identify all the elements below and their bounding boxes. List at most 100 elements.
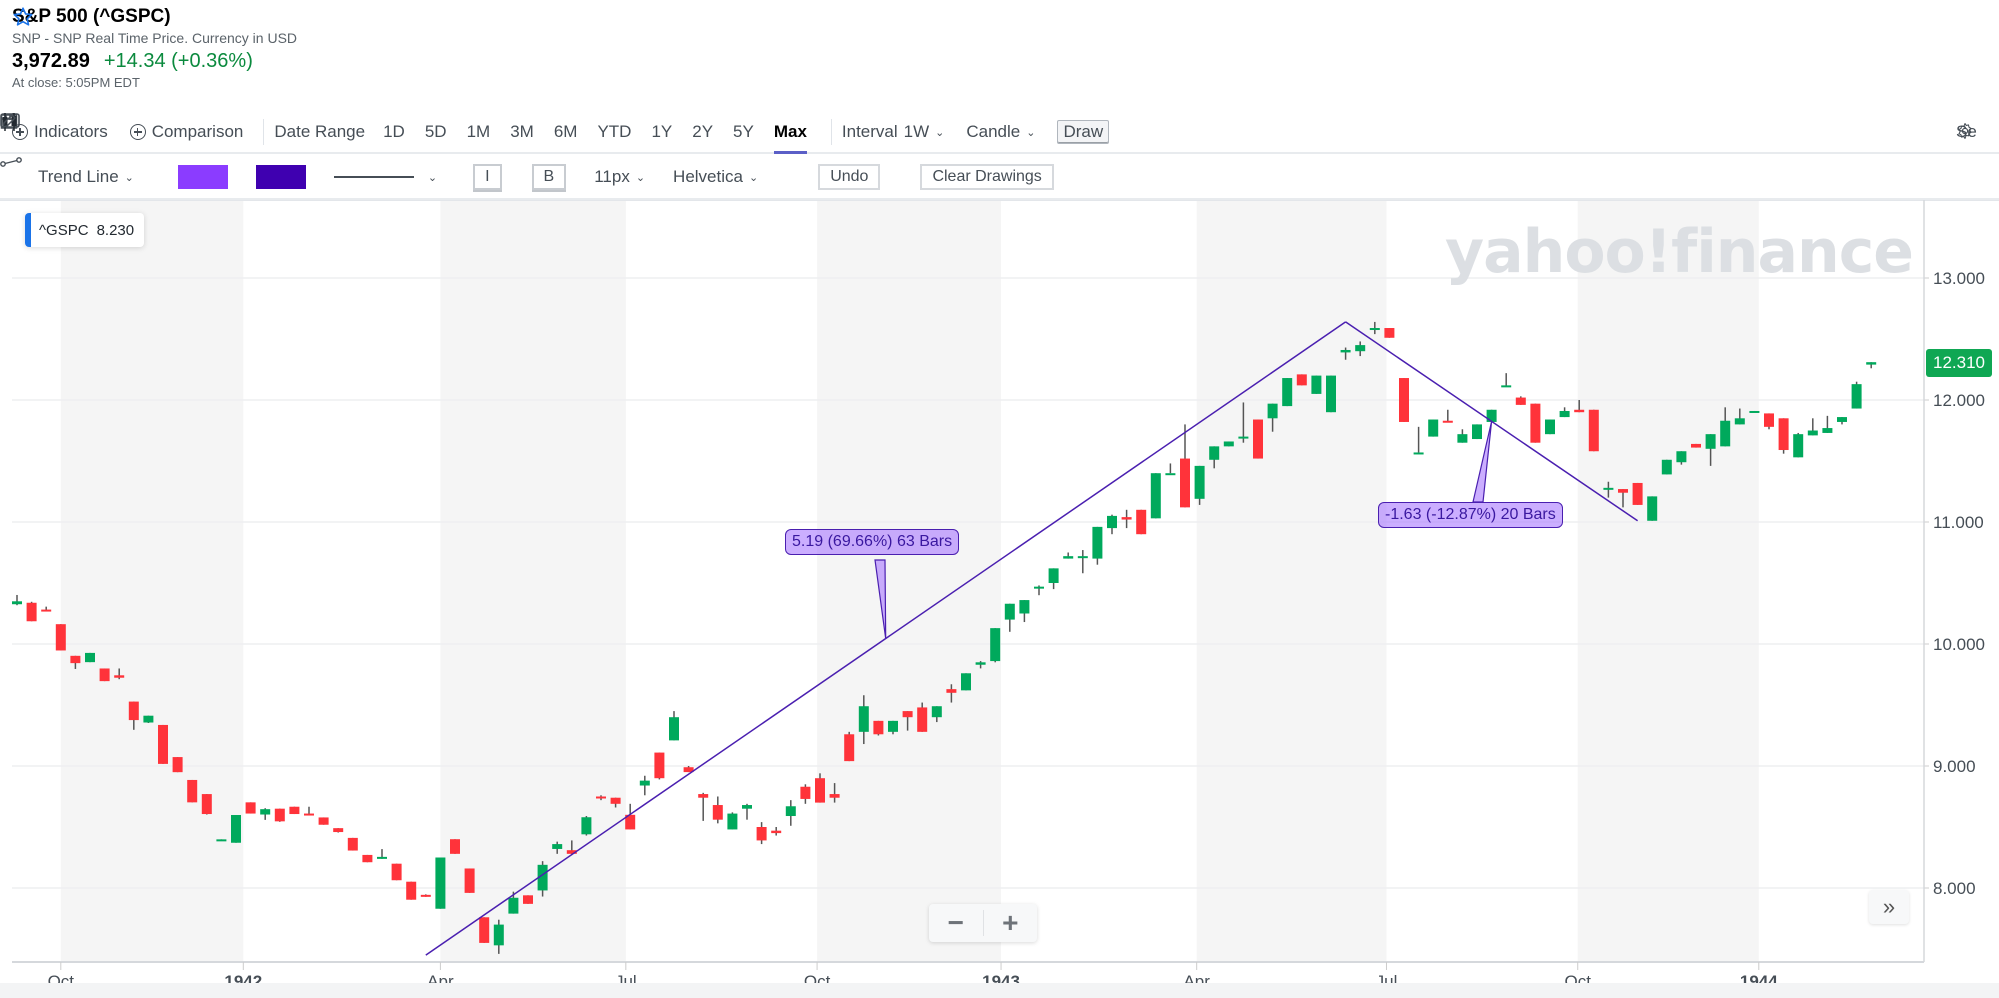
shaded-quarter: [440, 200, 626, 962]
candle-down: [800, 786, 811, 799]
candle-down: [1618, 489, 1628, 493]
draw-button[interactable]: Draw: [2, 114, 1110, 144]
candle-up: [1822, 428, 1833, 433]
candle-up: [785, 806, 796, 817]
date-range-button[interactable]: Date Range: [0, 113, 366, 142]
candle-down: [596, 796, 606, 799]
candle-up: [143, 715, 154, 723]
zoom-in-button[interactable]: +: [984, 904, 1038, 942]
chart-type-label: Candle: [966, 122, 1021, 141]
settings-button[interactable]: Se: [1956, 122, 1977, 142]
candle-up: [1165, 473, 1176, 476]
candle-up: [975, 662, 986, 665]
chart-type-button[interactable]: Candle ⌄: [2, 113, 1035, 142]
italic-button[interactable]: I: [473, 164, 502, 190]
candle-down: [815, 778, 825, 803]
candle-down: [756, 827, 767, 841]
chevron-down-icon: ⌄: [427, 171, 438, 184]
range-tab-max[interactable]: Max: [773, 122, 807, 154]
bold-button[interactable]: B: [531, 164, 567, 190]
line-color-swatch[interactable]: [255, 165, 306, 189]
chevron-down-icon: ⌄: [635, 171, 646, 184]
candle-down: [347, 837, 358, 851]
range-tab-3m[interactable]: 3M: [510, 122, 534, 142]
candle-up: [1472, 424, 1482, 440]
fill-color-swatch[interactable]: [177, 165, 228, 189]
trend-annotation-down[interactable]: -1.63 (-12.87%) 20 Bars: [1378, 502, 1563, 528]
ytick-label: 13.000: [1933, 269, 1985, 288]
candle-up: [1734, 418, 1745, 425]
candle-up: [377, 856, 387, 859]
candle-down: [1764, 413, 1774, 427]
candle-up: [1282, 378, 1293, 407]
candle-up: [1092, 526, 1103, 559]
font-size-select[interactable]: 11px ⌄: [594, 167, 645, 187]
gear-icon: [1958, 122, 1972, 140]
candle-down: [902, 711, 913, 718]
candle-down: [1296, 374, 1307, 386]
candle-up: [1866, 362, 1877, 365]
range-tab-1m[interactable]: 1M: [467, 122, 491, 142]
legend-value: 8.230: [96, 221, 135, 239]
range-tab-1d[interactable]: 1D: [383, 122, 405, 142]
range-tab-ytd[interactable]: YTD: [597, 122, 631, 142]
candle-down: [712, 805, 723, 820]
candle-up: [493, 924, 504, 946]
clear-drawings-button[interactable]: Clear Drawings: [920, 164, 1054, 190]
candle-up: [1326, 375, 1336, 413]
quote-header: S&P 500 (^GSPC) SNP - SNP Real Time Pric…: [12, 6, 297, 90]
divider: [830, 119, 832, 145]
candle-up: [1004, 603, 1015, 620]
candle-up: [1107, 515, 1117, 529]
candle-down: [1515, 397, 1526, 405]
candle-down: [1778, 418, 1789, 451]
candle-down: [1632, 482, 1643, 505]
candle-down: [829, 794, 840, 798]
candle-up: [508, 897, 519, 914]
zoom-out-button[interactable]: −: [929, 904, 983, 942]
line-style-select[interactable]: ⌄: [333, 171, 438, 184]
chart-toolbar: Indicators Comparison Date Range 1D 5D 1M 3…: [0, 112, 1999, 154]
candle-up: [1486, 409, 1497, 422]
candle-up: [581, 817, 592, 835]
drawing-toolbar: Trend Line ⌄ ⌄ I B 11px ⌄ Helvetica ⌄ Un…: [0, 156, 1999, 200]
candle-up: [260, 809, 271, 815]
ytick-label: 12.000: [1933, 391, 1985, 410]
comparison-button[interactable]: Comparison: [129, 122, 243, 142]
range-tab-1y[interactable]: 1Y: [651, 122, 672, 142]
candle-up: [669, 717, 679, 741]
interval-label: Interval: [841, 122, 898, 141]
candlestick-chart[interactable]: 8.0009.00010.00011.00012.00013.000Oct 194…: [0, 200, 1999, 998]
shaded-quarter: [60, 200, 244, 962]
yahoo-finance-watermark: yahoo!finance: [1445, 217, 1914, 287]
candle-down: [99, 668, 110, 682]
candle-up: [1077, 556, 1088, 559]
candle-up: [1019, 600, 1030, 614]
pencil-icon: [2, 114, 16, 128]
candle-up: [1676, 451, 1687, 463]
candle-down: [55, 624, 66, 651]
candle-up: [1647, 496, 1658, 521]
candle-up: [888, 720, 898, 732]
range-tab-6m[interactable]: 6M: [554, 122, 578, 142]
trend-annotation-up[interactable]: 5.19 (69.66%) 63 Bars: [785, 529, 960, 555]
range-tab-5d[interactable]: 5D: [425, 122, 447, 142]
zoom-controls: − +: [929, 904, 1037, 942]
font-size-label: 11px: [594, 167, 630, 186]
star-icon[interactable]: [12, 6, 34, 28]
chart-area[interactable]: 8.000 9.000 10.000 11.000 12.000 13.000 Oct 194…: [0, 200, 1999, 998]
undo-button[interactable]: Undo: [818, 164, 881, 190]
range-tab-2y[interactable]: 2Y: [692, 122, 713, 142]
drawing-tool-select[interactable]: Trend Line ⌄: [0, 157, 134, 187]
candle-down: [1253, 419, 1263, 459]
interval-button[interactable]: Interval 1W ⌄: [0, 113, 944, 142]
font-family-select[interactable]: Helvetica ⌄: [673, 167, 758, 187]
plus-circle-icon: [129, 124, 146, 140]
range-tab-5y[interactable]: 5Y: [733, 122, 754, 142]
candle-down: [128, 701, 139, 721]
candle-down: [304, 813, 314, 816]
indicators-button[interactable]: Indicators: [12, 122, 108, 142]
ytick-label: 10.000: [1933, 635, 1985, 654]
scroll-forward-button[interactable]: »: [1869, 890, 1909, 924]
date-range-label: Date Range: [274, 122, 366, 141]
